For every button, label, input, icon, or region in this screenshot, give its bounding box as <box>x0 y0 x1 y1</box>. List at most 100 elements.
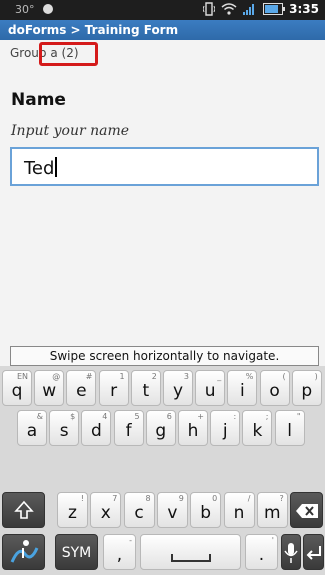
key-label: v <box>167 503 178 523</box>
key-label: y <box>172 381 184 401</box>
comma-key[interactable]: - , <box>103 534 136 570</box>
annotation-highlight-box <box>39 42 98 66</box>
field-hint: Input your name <box>11 123 130 139</box>
text-caret <box>55 157 58 177</box>
key-n[interactable]: / n <box>223 492 255 528</box>
enter-key[interactable] <box>303 534 324 570</box>
status-bar: 30° 3:35 <box>0 0 325 20</box>
key-label: f <box>125 421 132 441</box>
enter-icon <box>306 546 321 560</box>
key-alt-label: 1 <box>119 372 125 381</box>
key-alt-label: : <box>233 412 237 421</box>
key-v[interactable]: 9v <box>156 492 188 528</box>
clock: 3:35 <box>289 2 319 16</box>
key-x[interactable]: 7x <box>90 492 122 528</box>
backspace-key[interactable] <box>290 492 323 528</box>
swype-key[interactable] <box>2 534 45 570</box>
space-key[interactable] <box>140 534 241 570</box>
key-label: c <box>134 503 144 523</box>
shift-arrow-icon <box>14 500 34 519</box>
key-alt-label: # <box>85 372 93 381</box>
mic-key[interactable] <box>281 534 301 570</box>
key-t[interactable]: 2t <box>130 370 161 406</box>
key-label: k <box>252 421 263 441</box>
signal-icon <box>243 4 255 15</box>
key-i[interactable]: % i <box>227 370 258 406</box>
key-h[interactable]: + h <box>178 410 208 446</box>
key-f[interactable]: 5f <box>113 410 144 446</box>
key-alt-label: 9 <box>178 494 184 503</box>
name-input[interactable]: Ted <box>10 147 319 186</box>
key-alt-label: 6 <box>166 412 172 421</box>
status-icons: 3:35 <box>203 2 319 16</box>
key-alt-label: 5 <box>134 412 140 421</box>
name-input-value: Ted <box>24 157 58 179</box>
key-a[interactable]: & a <box>17 410 47 446</box>
key-alt-label: / <box>247 494 251 503</box>
key-j[interactable]: :j <box>210 410 241 446</box>
key-label: e <box>76 381 87 401</box>
microphone-icon <box>284 543 298 563</box>
key-y[interactable]: 3y <box>163 370 193 406</box>
key-m[interactable]: ? m <box>256 492 288 528</box>
field-title: Name <box>11 90 66 110</box>
key-alt-label: % <box>245 372 254 381</box>
key-alt-label: + <box>197 412 204 421</box>
key-label: p <box>301 381 313 401</box>
key-p[interactable]: ) p <box>291 370 322 406</box>
key-alt-label: 3 <box>183 372 189 381</box>
navigation-hint: Swipe screen horizontally to navigate. <box>10 346 319 366</box>
key-label: j <box>222 421 228 441</box>
key-alt-label: EN <box>16 372 28 381</box>
key-r[interactable]: 1r <box>98 370 129 406</box>
key-alt-label: @ <box>52 372 61 381</box>
key-d[interactable]: 4d <box>81 410 112 446</box>
notification-icon <box>43 4 53 14</box>
key-b[interactable]: 0b <box>190 492 222 528</box>
key-label: l <box>287 421 292 441</box>
key-alt-label: " <box>296 412 301 421</box>
key-c[interactable]: 8c <box>123 492 155 528</box>
shift-key[interactable] <box>2 492 45 528</box>
key-e[interactable]: # e <box>66 370 97 406</box>
space-icon <box>171 554 211 562</box>
key-label: r <box>110 381 118 401</box>
sym-key[interactable]: SYM <box>55 534 98 570</box>
key-alt-label: 8 <box>145 494 151 503</box>
wifi-icon <box>221 3 237 15</box>
key-label: x <box>100 503 111 523</box>
key-z[interactable]: ! z <box>57 492 88 528</box>
key-label: s <box>59 421 69 441</box>
key-label: q <box>11 381 23 401</box>
battery-icon <box>263 3 286 15</box>
vibrate-icon <box>203 2 216 16</box>
key-alt-label: 0 <box>212 494 218 503</box>
key-label: h <box>187 421 199 441</box>
key-label: m <box>264 503 281 523</box>
key-s[interactable]: $ s <box>49 410 80 446</box>
key-label: a <box>26 421 38 441</box>
key-label: w <box>42 381 57 401</box>
key-o[interactable]: (o <box>259 370 290 406</box>
key-u[interactable]: _ u <box>195 370 226 406</box>
temperature-label: 30° <box>15 3 35 16</box>
page-title: doForms > Training Form <box>8 23 179 37</box>
key-alt-label: $ <box>70 412 76 421</box>
key-label: b <box>200 503 212 523</box>
key-q[interactable]: EN q <box>2 370 32 406</box>
key-label: g <box>155 421 167 441</box>
key-alt-label: ) <box>314 372 318 381</box>
key-alt-label: ( <box>282 372 286 381</box>
key-alt-label: ? <box>279 494 284 503</box>
period-key[interactable]: ' . <box>245 534 278 570</box>
app-title-bar: doForms > Training Form <box>0 20 325 40</box>
key-alt-label: _ <box>217 372 222 381</box>
key-k[interactable]: ; k <box>242 410 273 446</box>
key-label: o <box>269 381 280 401</box>
swype-icon <box>10 540 39 563</box>
key-label: n <box>233 503 245 523</box>
key-g[interactable]: 6g <box>145 410 176 446</box>
key-l[interactable]: " l <box>274 410 305 446</box>
key-alt-label: & <box>36 412 43 421</box>
key-w[interactable]: @ w <box>34 370 65 406</box>
